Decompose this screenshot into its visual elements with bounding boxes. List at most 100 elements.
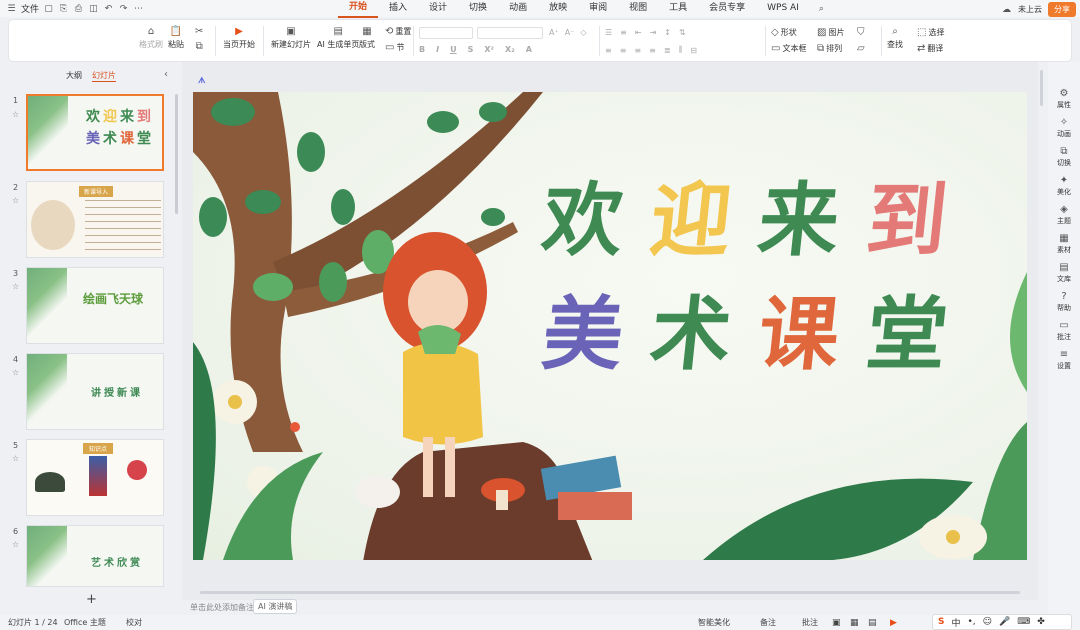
outline-button[interactable]: ▱	[857, 43, 865, 54]
tab-view[interactable]: 视图	[618, 0, 658, 17]
text-align-icon[interactable]: ⊟	[690, 46, 697, 55]
font-shrink-button[interactable]: A⁻	[565, 28, 575, 37]
align-center-icon[interactable]: ≡	[620, 46, 627, 55]
reset-button[interactable]: ⟲ 重置	[385, 26, 411, 37]
slide-thumbnail-6[interactable]: 艺术欣赏	[26, 525, 164, 587]
cloud-status[interactable]: 未上云	[1018, 4, 1042, 15]
layout-button[interactable]: ▦ 版式	[359, 26, 375, 50]
vertical-scrollbar[interactable]	[1040, 70, 1043, 106]
star-icon[interactable]: ☆	[12, 196, 19, 205]
tab-slides[interactable]: 幻灯片	[92, 70, 116, 82]
fill-button[interactable]: ⛉	[857, 27, 865, 38]
microphone-icon[interactable]: 🎤	[999, 617, 1010, 627]
columns-icon[interactable]: ⫼	[679, 45, 683, 55]
collapse-icon[interactable]: ‹	[164, 69, 168, 80]
slide-thumbnail-3[interactable]: 绘画飞天球	[26, 267, 164, 344]
file-menu[interactable]: 文件	[21, 2, 39, 15]
sidebar-library[interactable]: ▤ 文库	[1048, 262, 1080, 284]
tab-insert[interactable]: 插入	[378, 0, 418, 17]
sidebar-theme[interactable]: ◈ 主题	[1048, 204, 1080, 226]
smart-beautify-button[interactable]: 智能美化	[698, 617, 730, 628]
decrease-indent-icon[interactable]: ⇤	[635, 28, 642, 37]
horizontal-scrollbar[interactable]	[200, 591, 1020, 594]
new-slide-button[interactable]: ▣ 新建幻灯片	[271, 26, 311, 50]
share-button[interactable]: 分享	[1048, 2, 1076, 17]
add-slide-button[interactable]: +	[86, 592, 97, 607]
reading-view-icon[interactable]: ▤	[868, 618, 877, 628]
panel-scrollbar[interactable]	[175, 94, 178, 214]
comments-button[interactable]: 批注	[802, 617, 818, 628]
sidebar-help[interactable]: ? 帮助	[1048, 291, 1080, 313]
slide-thumbnail-2[interactable]: 新课导入	[26, 181, 164, 258]
star-icon[interactable]: ☆	[12, 110, 19, 119]
slide-title-line1[interactable]: 欢 迎 来 到	[538, 173, 952, 267]
slideshow-icon[interactable]: ▶	[890, 618, 897, 628]
skin-icon[interactable]: ✤	[1037, 617, 1045, 627]
italic-icon[interactable]: I	[436, 45, 439, 54]
font-color-icon[interactable]: A	[526, 45, 532, 54]
clear-format-button[interactable]: ◇	[580, 28, 586, 37]
menu-icon[interactable]: ☰	[6, 3, 17, 14]
star-icon[interactable]: ☆	[12, 454, 19, 463]
preview-icon[interactable]: ◫	[88, 3, 99, 14]
font-grow-button[interactable]: A⁺	[549, 28, 559, 37]
notes-button[interactable]: 备注	[760, 617, 776, 628]
shape-button[interactable]: ◇ 形状	[771, 27, 797, 38]
paste-button[interactable]: 📋 粘贴	[168, 26, 184, 50]
ai-layout-icon[interactable]: ᗑ	[198, 76, 210, 88]
tab-tools[interactable]: 工具	[658, 0, 698, 17]
text-direction-icon[interactable]: ⇅	[679, 28, 686, 37]
ai-generate-button[interactable]: ▤ AI 生成单页	[317, 26, 359, 50]
sidebar-animation[interactable]: ✧ 动画	[1048, 117, 1080, 139]
star-icon[interactable]: ☆	[12, 282, 19, 291]
punctuation-icon[interactable]: •,	[968, 617, 976, 627]
sidebar-assets[interactable]: ▦ 素材	[1048, 233, 1080, 255]
tab-slideshow[interactable]: 放映	[538, 0, 578, 17]
print-icon[interactable]: ⎙	[73, 3, 84, 14]
tab-wps-ai[interactable]: WPS AI	[756, 0, 810, 17]
increase-indent-icon[interactable]: ⇥	[650, 28, 657, 37]
sogou-logo-icon[interactable]: S	[938, 617, 944, 627]
section-button[interactable]: ▭ 节	[385, 42, 404, 53]
proofing-button[interactable]: 校对	[126, 617, 142, 628]
tab-home[interactable]: 开始	[338, 0, 379, 18]
align-left-icon[interactable]: ≡	[605, 46, 612, 55]
copy-icon[interactable]: ⧉	[196, 41, 203, 52]
slide-title-line2[interactable]: 美 术 课 堂	[538, 287, 952, 381]
bullet-list-icon[interactable]: ☰	[605, 28, 612, 37]
select-button[interactable]: ⬚ 选择	[917, 27, 944, 38]
format-painter-button[interactable]: ⌂ 格式刷	[139, 26, 163, 50]
theme-label[interactable]: Office 主题	[64, 617, 106, 628]
undo-icon[interactable]: ↶	[103, 3, 114, 14]
underline-icon[interactable]: U	[450, 45, 457, 54]
sidebar-comments[interactable]: ▭ 批注	[1048, 320, 1080, 342]
number-list-icon[interactable]: ≡	[620, 28, 627, 37]
strikethrough-icon[interactable]: S	[468, 45, 474, 54]
notes-placeholder[interactable]: 单击此处添加备注	[190, 602, 254, 613]
sorter-view-icon[interactable]: ▦	[850, 618, 859, 628]
slide-thumbnail-1[interactable]: 欢迎来到 美术课堂	[26, 94, 164, 171]
tab-member[interactable]: 会员专享	[698, 0, 756, 17]
tab-outline[interactable]: 大纲	[66, 70, 82, 82]
superscript-icon[interactable]: X²	[484, 45, 494, 54]
export-icon[interactable]: ⎘	[58, 3, 69, 14]
textbox-button[interactable]: ▭ 文本框	[771, 43, 806, 54]
font-size-select[interactable]	[477, 27, 543, 39]
scissors-icon[interactable]: ✂	[195, 26, 203, 37]
normal-view-icon[interactable]: ▣	[832, 618, 841, 628]
ai-speech-button[interactable]: AI 演讲稿	[253, 599, 298, 614]
arrange-button[interactable]: ⧉ 排列	[817, 43, 842, 54]
start-current-button[interactable]: ▶ 当页开始	[223, 26, 255, 50]
slide-canvas[interactable]: 欢 迎 来 到 美 术 课 堂	[193, 92, 1027, 560]
tab-transition[interactable]: 切换	[458, 0, 498, 17]
keyboard-icon[interactable]: ⌨	[1017, 617, 1030, 627]
find-button[interactable]: ⌕ 查找	[887, 26, 903, 50]
bold-icon[interactable]: B	[419, 45, 425, 54]
subscript-icon[interactable]: X₂	[505, 45, 515, 54]
align-right-icon[interactable]: ≡	[634, 46, 641, 55]
sidebar-properties[interactable]: ⚙ 属性	[1048, 88, 1080, 110]
star-icon[interactable]: ☆	[12, 368, 19, 377]
picture-button[interactable]: ▨ 图片	[817, 27, 844, 38]
slide-thumbnail-4[interactable]: 讲授新课	[26, 353, 164, 430]
tab-animation[interactable]: 动画	[498, 0, 538, 17]
